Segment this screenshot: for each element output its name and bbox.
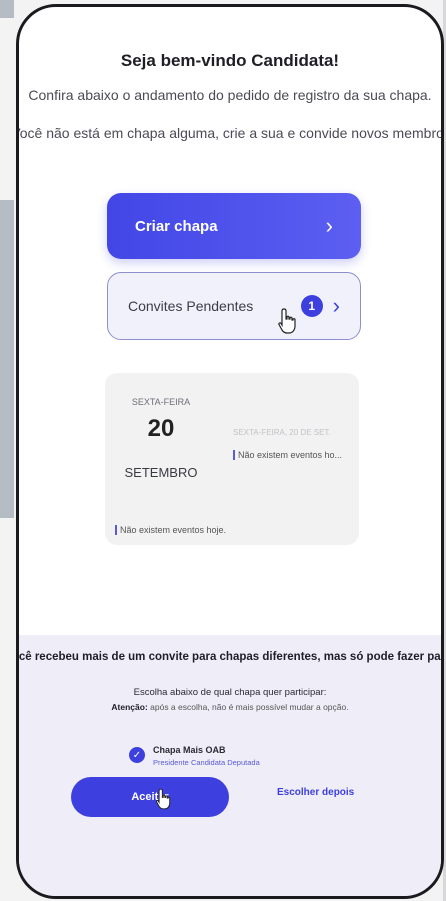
calendar-weekday: SEXTA-FEIRA [131, 397, 191, 407]
chapa-option-role: Presidente Candidata Deputada [153, 758, 260, 767]
chevron-right-icon: › [332, 293, 340, 318]
hand-cursor-icon [156, 788, 171, 810]
phone-frame: Seja bem-vindo Candidata! Confira abaixo… [16, 4, 444, 899]
create-chapa-button[interactable]: Criar chapa › [107, 193, 361, 259]
calendar-full-date: SEXTA-FEIRA, 20 DE SET. [233, 428, 331, 437]
invite-choice-warning: Atenção: após a escolha, não é mais poss… [19, 702, 441, 712]
background-strip [0, 0, 14, 18]
chapa-option-text: Chapa Mais OAB Presidente Candidata Depu… [153, 745, 260, 767]
create-chapa-label: Criar chapa [135, 217, 218, 235]
accept-button[interactable]: Aceitar [71, 777, 229, 817]
warning-label: Atenção: [111, 702, 148, 712]
pending-invites-label: Convites Pendentes [128, 298, 254, 314]
calendar-event-today: Não existem eventos hoje. [115, 525, 226, 535]
pending-invites-button[interactable]: Convites Pendentes 1 › [107, 272, 361, 340]
calendar-card[interactable]: SEXTA-FEIRA 20 SETEMBRO SEXTA-FEIRA, 20 … [105, 373, 359, 545]
chapa-option[interactable]: ✓ Chapa Mais OAB Presidente Candidata De… [129, 745, 260, 767]
chapa-option-name: Chapa Mais OAB [153, 745, 226, 755]
hand-cursor-icon [278, 308, 296, 334]
invite-choice-panel: Você recebeu mais de um convite para cha… [18, 635, 441, 896]
calendar-day-number: 20 [147, 415, 175, 442]
pending-invites-indicator: 1 › [300, 293, 340, 318]
choose-later-button[interactable]: Escolher depois [277, 787, 354, 798]
pending-count-badge: 1 [300, 295, 323, 317]
check-circle-icon[interactable]: ✓ [129, 747, 145, 763]
calendar-event-preview: Não existem eventos ho... [233, 450, 342, 460]
calendar-month: SETEMBRO [124, 465, 198, 480]
warning-text: após a escolha, não é mais possível muda… [147, 702, 349, 712]
invite-choice-question: Escolha abaixo de qual chapa quer partic… [133, 687, 327, 698]
page-subtitle: Confira abaixo o andamento do pedido de … [28, 87, 432, 103]
info-message: Você não está em chapa alguma, crie a su… [16, 125, 444, 141]
background-strip [0, 200, 14, 518]
page-title: Seja bem-vindo Candidata! [120, 51, 340, 70]
chevron-right-icon: › [325, 213, 333, 238]
invite-choice-message: Você recebeu mais de um convite para cha… [18, 651, 441, 663]
